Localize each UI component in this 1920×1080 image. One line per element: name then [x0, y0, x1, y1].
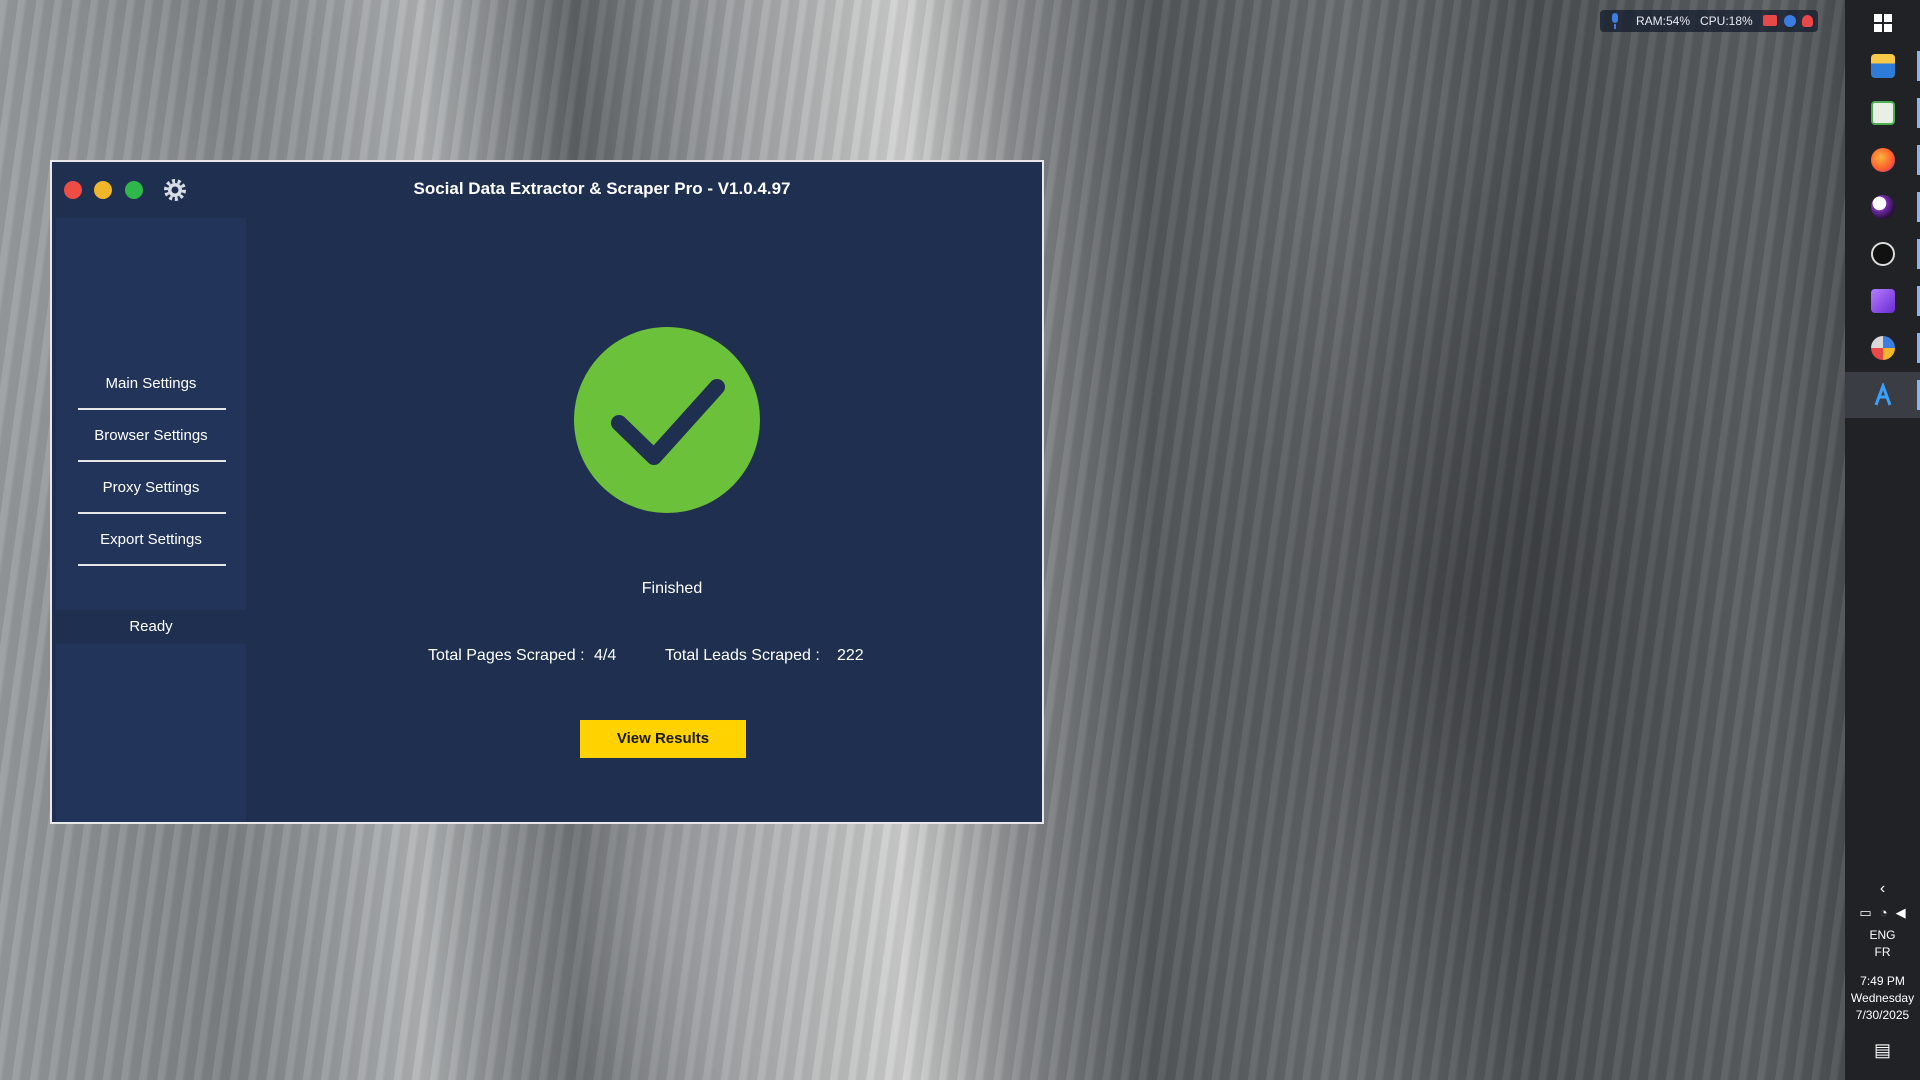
spreadsheet-icon[interactable] [1845, 90, 1920, 136]
file-explorer-icon[interactable] [1845, 43, 1920, 89]
language-indicator[interactable]: ENG [1845, 928, 1920, 942]
system-monitor-widget[interactable]: RAM:54% CPU:18% [1600, 10, 1818, 32]
success-check-icon [574, 327, 760, 513]
firefox-icon[interactable] [1845, 137, 1920, 183]
view-results-button[interactable]: View Results [580, 720, 746, 758]
window-title: Social Data Extractor & Scraper Pro - V1… [413, 179, 791, 198]
total-pages-value: 4/4 [594, 647, 617, 664]
total-leads-label: Total Leads Scraped : [665, 647, 820, 664]
arrow-icon[interactable] [1784, 15, 1796, 27]
total-pages-label: Total Pages Scraped : [428, 647, 585, 664]
sidebar-item-main-settings[interactable]: Main Settings [56, 358, 246, 410]
clock-day[interactable]: Wednesday [1845, 991, 1920, 1005]
app-window: Social Data Extractor & Scraper Pro - V1… [50, 160, 1044, 824]
locale-indicator[interactable]: FR [1845, 945, 1920, 959]
sidebar-menu: Main Settings Browser Settings Proxy Set… [56, 358, 246, 566]
sidebar-item-browser-settings[interactable]: Browser Settings [56, 410, 246, 462]
sidebar-item-export-settings[interactable]: Export Settings [56, 514, 246, 566]
title-bar: Social Data Extractor & Scraper Pro - V1… [52, 162, 1042, 216]
total-leads-value: 222 [837, 647, 864, 664]
app-icon-circle[interactable] [1845, 184, 1920, 230]
battery-icon[interactable]: ▭ [1859, 905, 1871, 925]
chevron-left-icon[interactable]: ‹ [1845, 880, 1920, 898]
wifi-icon[interactable]: ◔ [1880, 905, 1888, 925]
cpu-usage: CPU:18% [1700, 14, 1753, 28]
clock-date[interactable]: 7/30/2025 [1845, 1008, 1920, 1022]
ram-usage: RAM:54% [1636, 14, 1691, 28]
sidebar: Main Settings Browser Settings Proxy Set… [56, 218, 246, 822]
status-label: Ready [56, 610, 246, 644]
scraper-app-icon[interactable] [1845, 372, 1920, 418]
windows-start-icon[interactable] [1845, 0, 1920, 46]
tray-icons: ▭ ◔ ◀ [1845, 905, 1920, 925]
record-icon[interactable] [1763, 15, 1777, 26]
notification-center-icon[interactable]: ▤ [1845, 1040, 1920, 1061]
clock-time[interactable]: 7:49 PM [1845, 974, 1920, 988]
obs-icon[interactable] [1845, 231, 1920, 277]
paint-icon[interactable] [1845, 325, 1920, 371]
visual-studio-icon[interactable] [1845, 278, 1920, 324]
sidebar-item-proxy-settings[interactable]: Proxy Settings [56, 462, 246, 514]
volume-icon[interactable]: ◀ [1896, 905, 1906, 925]
taskbar: ‹ ▭ ◔ ◀ ENG FR 7:49 PM Wednesday 7/30/20… [1845, 0, 1920, 1080]
notification-bell-icon[interactable] [1802, 15, 1813, 27]
microphone-icon [1612, 13, 1618, 29]
finished-status-text: Finished [641, 580, 703, 597]
